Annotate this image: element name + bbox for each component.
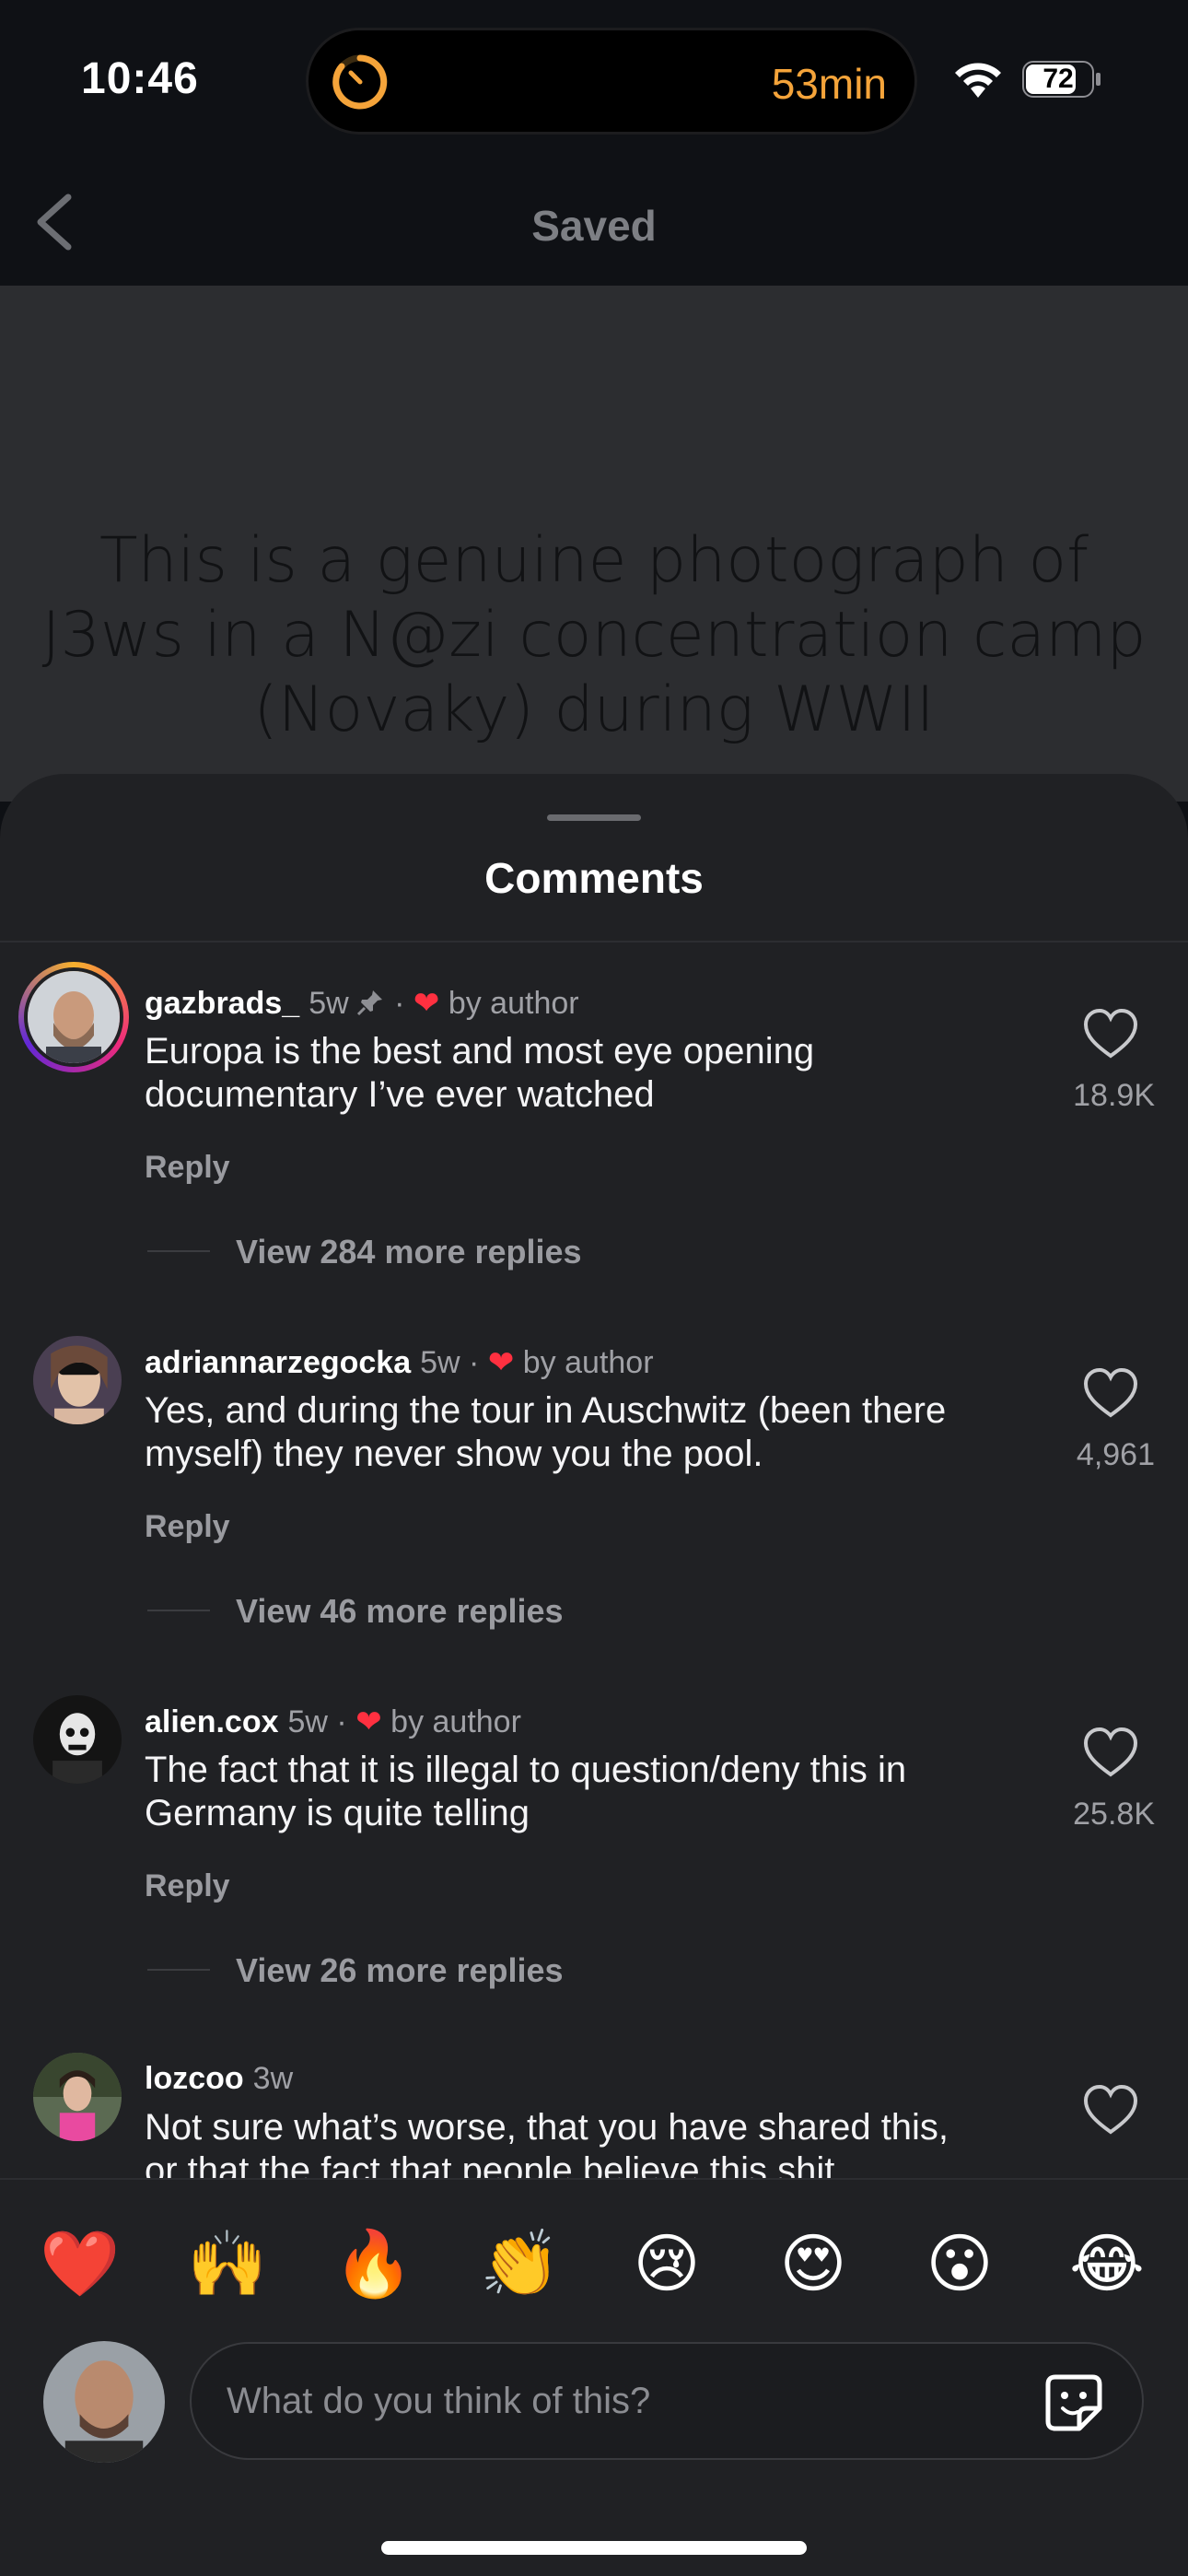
comment-text-line: or that the fact that people believe thi… (145, 2150, 866, 2178)
author-heart-icon: ❤ (355, 1704, 382, 1739)
comment-text: Europa is the best and most eye opening … (145, 1031, 815, 1115)
sticker-icon[interactable] (1042, 2371, 1105, 2434)
comment-username[interactable]: gazbrads_ (145, 986, 299, 1021)
comment-meta: gazbrads_ 5w · ❤ by author (145, 986, 579, 1021)
heart-outline-icon[interactable] (1082, 1727, 1139, 1778)
post-media[interactable]: This is a genuine photograph of J3ws in … (0, 286, 1188, 802)
emoji-fire[interactable]: 🔥 (332, 2222, 415, 2305)
comment-age: 5w (420, 1345, 460, 1380)
view-more-replies[interactable]: View 46 more replies (236, 1592, 564, 1631)
comment-item: lozcoo 3w Not sure what’s worse, that you… (0, 2020, 1188, 2178)
view-more-replies[interactable]: View 284 more replies (236, 1233, 582, 1271)
like-count: 4,961 (1076, 1437, 1155, 1472)
sheet-grabber[interactable] (547, 814, 641, 821)
comment-username[interactable]: alien.cox (145, 1704, 279, 1739)
author-heart-icon: ❤ (487, 1345, 515, 1380)
dynamic-island[interactable]: 53min (306, 28, 917, 135)
view-more-replies[interactable]: View 26 more replies (236, 1951, 564, 1990)
avatar[interactable] (33, 1336, 122, 1424)
emoji-quick-reactions: ❤️ 🙌 🔥 👏 😢 😍 😮 😂 (0, 2222, 1188, 2305)
comments-sheet: Comments gazbrads_ 5w · ❤ by author Europ… (0, 774, 1188, 2576)
reply-button[interactable]: Reply (145, 1868, 230, 1904)
heart-outline-icon[interactable] (1082, 1367, 1139, 1419)
comment-age: 3w (252, 2061, 294, 2096)
battery-level: 72 (1042, 64, 1074, 94)
divider (0, 2178, 1188, 2180)
reply-button[interactable]: Reply (145, 1509, 230, 1545)
avatar-image (33, 1336, 122, 1424)
clock: 10:46 (81, 54, 199, 103)
comment-meta: alien.cox 5w · ❤ by author (145, 1704, 521, 1739)
emoji-heart[interactable]: ❤️ (39, 2222, 122, 2305)
nav-bar: Saved (0, 157, 1188, 286)
author-heart-icon: ❤ (413, 986, 440, 1021)
heart-outline-icon[interactable] (1082, 2084, 1139, 2136)
timer-icon (332, 54, 388, 110)
divider (147, 1610, 210, 1611)
pin-icon (356, 990, 382, 1016)
comments-list[interactable]: gazbrads_ 5w · ❤ by author Europa is the … (0, 943, 1188, 2178)
status-bar: 10:46 53min 72 (0, 0, 1188, 157)
heart-outline-icon[interactable] (1082, 1008, 1139, 1060)
liked-by-author: by author (522, 1345, 654, 1380)
liked-by-author: by author (448, 986, 579, 1021)
avatar[interactable] (33, 1695, 122, 1784)
emoji-raised-hands[interactable]: 🙌 (186, 2222, 269, 2305)
comment-input[interactable]: What do you think of this? (190, 2342, 1144, 2460)
comment-meta: lozcoo 3w (145, 2061, 293, 2097)
comment-age: 5w (287, 1704, 328, 1739)
emoji-crying[interactable]: 😢 (625, 2222, 708, 2305)
comment-username[interactable]: adriannarzegocka (145, 1345, 411, 1380)
reply-button[interactable]: Reply (145, 1150, 230, 1186)
avatar[interactable] (33, 2053, 122, 2141)
comment-text: Yes, and during the tour in Auschwitz (b… (145, 1390, 947, 1474)
avatar-image (33, 2053, 122, 2141)
like-count: 25.8K (1073, 1797, 1155, 1832)
page-title: Saved (531, 202, 657, 250)
post-caption: This is a genuine photograph of J3ws in … (0, 523, 1188, 747)
comment-text: Not sure what’s worse, that you have sha… (145, 2106, 1029, 2178)
home-indicator[interactable] (381, 2541, 807, 2555)
emoji-clap[interactable]: 👏 (479, 2222, 562, 2305)
divider (147, 1969, 210, 1971)
avatar-image (28, 971, 120, 1063)
avatar-image (43, 2341, 165, 2463)
emoji-surprised[interactable]: 😮 (918, 2222, 1001, 2305)
post-caption-line: (Novaky) during WWII (253, 673, 935, 746)
post-caption-line: This is a genuine photograph of (99, 524, 1089, 597)
emoji-heart-eyes[interactable]: 😍 (772, 2222, 855, 2305)
comment-item: adriannarzegocka 5w · ❤ by author Yes, an… (0, 1303, 1188, 1662)
divider (0, 941, 1188, 943)
divider (147, 1250, 210, 1252)
post-caption-line: J3ws in a N@zi concentration camp (41, 599, 1147, 672)
like-count: 18.9K (1073, 1078, 1155, 1113)
my-avatar (43, 2341, 165, 2463)
comment-username[interactable]: lozcoo (145, 2061, 244, 2096)
comment-item: alien.cox 5w · ❤ by author The fact that … (0, 1662, 1188, 2021)
comment-input-placeholder: What do you think of this? (227, 2381, 651, 2421)
comment-item: gazbrads_ 5w · ❤ by author Europa is the … (0, 943, 1188, 1303)
comment-text-line: Not sure what’s worse, that you have sha… (145, 2107, 949, 2148)
avatar[interactable] (18, 962, 129, 1072)
comment-text: The fact that it is illegal to question/… (145, 1750, 907, 1833)
sheet-title: Comments (484, 854, 704, 902)
liked-by-author: by author (390, 1704, 521, 1739)
timer-remaining: 53min (771, 60, 887, 108)
wifi-icon (955, 63, 1001, 98)
avatar-image (33, 1695, 122, 1784)
comment-meta: adriannarzegocka 5w · ❤ by author (145, 1345, 654, 1380)
emoji-laughing[interactable]: 😂 (1066, 2222, 1148, 2305)
comment-age: 5w (309, 986, 349, 1021)
